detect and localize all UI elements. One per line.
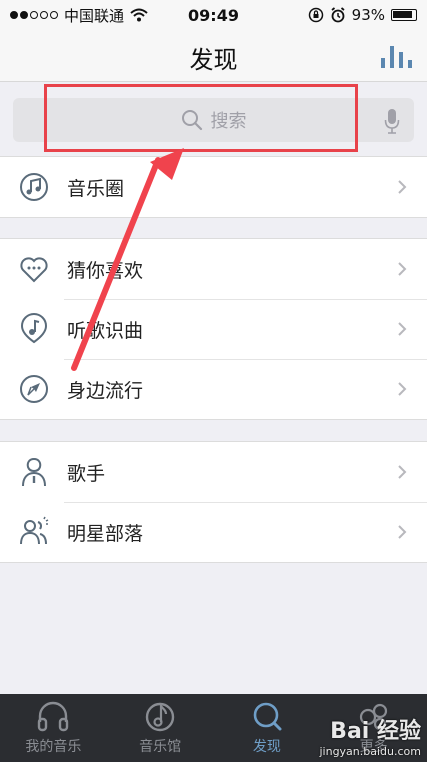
list-item-label: 身边流行 [67, 379, 144, 402]
tab-music-hall[interactable]: 音乐馆 [107, 694, 214, 762]
discover-icon [253, 702, 282, 731]
chevron-right-icon [398, 322, 407, 336]
baidu-jingyan-watermark: Bai 经验 jingyan.baidu.com [319, 713, 421, 758]
headphones-icon [38, 701, 69, 732]
list-group-recommend: 猜你喜欢 听歌识曲 身边流行 [0, 238, 427, 420]
list-item-label: 歌手 [67, 462, 106, 485]
compass-icon [20, 375, 48, 403]
list-item-label: 听歌识曲 [67, 319, 144, 342]
stars-group-icon [20, 516, 49, 545]
signal-icon [10, 11, 58, 19]
status-bar: 中国联通 09:49 93% [0, 0, 427, 30]
chevron-right-icon [398, 180, 407, 194]
list-item-label: 猜你喜欢 [67, 259, 144, 282]
music-circle-icon [20, 173, 48, 201]
tab-my-music[interactable]: 我的音乐 [0, 694, 107, 762]
chevron-right-icon [398, 382, 407, 396]
list-item-nearby-trending[interactable]: 身边流行 [0, 359, 427, 419]
list-group-circle: 音乐圈 [0, 156, 427, 218]
wifi-icon [130, 8, 148, 22]
chevron-right-icon [398, 525, 407, 539]
list-group-artists: 歌手 明星部落 [0, 441, 427, 563]
tab-label: 音乐馆 [139, 739, 182, 755]
list-item-music-circle[interactable]: 音乐圈 [0, 157, 427, 217]
music-note-pin-icon [20, 313, 48, 344]
tab-label: 我的音乐 [25, 739, 82, 755]
watermark-logo: Bai 经验 [330, 719, 421, 744]
chevron-right-icon [398, 262, 407, 276]
singer-icon [22, 457, 46, 487]
battery-icon [391, 9, 417, 21]
equalizer-icon[interactable] [379, 44, 413, 68]
battery-percent: 93% [351, 6, 385, 24]
alarm-icon [331, 7, 345, 23]
heart-chat-icon [20, 257, 48, 283]
list-item-singers[interactable]: 歌手 [0, 442, 427, 502]
list-item-label: 明星部落 [67, 522, 144, 545]
highlight-annotation-box [44, 84, 358, 152]
tab-label: 发现 [252, 739, 281, 755]
list-item-star-tribe[interactable]: 明星部落 [0, 502, 427, 562]
watermark-url: jingyan.baidu.com [319, 745, 421, 758]
carrier-label: 中国联通 [64, 6, 125, 25]
microphone-icon[interactable] [384, 108, 400, 134]
chevron-right-icon [398, 465, 407, 479]
rotation-lock-icon [308, 7, 323, 23]
nav-bar: 发现 [0, 30, 427, 82]
page-title: 发现 [189, 46, 238, 74]
list-item-label: 音乐圈 [67, 177, 125, 200]
list-item-guess-you-like[interactable]: 猜你喜欢 [0, 239, 427, 299]
tab-discover[interactable]: 发现 [214, 694, 321, 762]
music-hall-icon [145, 702, 175, 732]
list-item-song-recognition[interactable]: 听歌识曲 [0, 299, 427, 359]
